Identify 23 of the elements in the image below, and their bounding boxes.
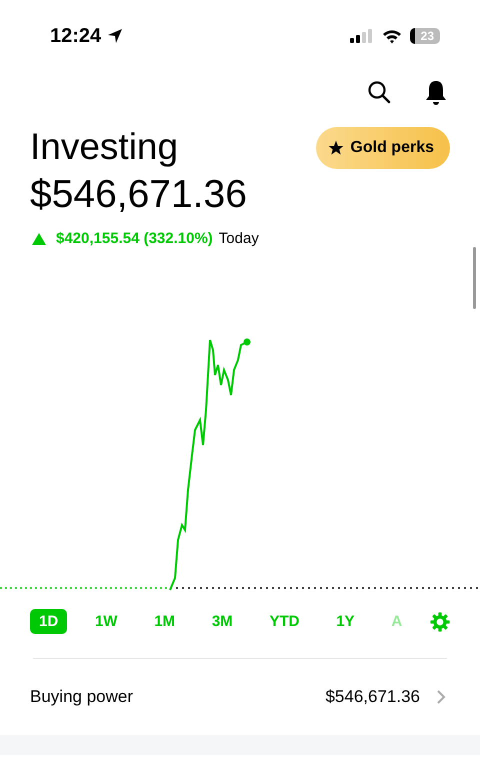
- range-tab[interactable]: YTD: [260, 609, 308, 634]
- location-arrow-icon: [107, 28, 124, 44]
- portfolio-value: $546,671.36: [30, 172, 247, 218]
- search-icon[interactable]: [367, 80, 391, 104]
- status-time: 12:24: [50, 24, 102, 48]
- range-tab[interactable]: 1M: [145, 609, 184, 634]
- buying-power-value: $546,671.36: [325, 687, 420, 707]
- range-tab[interactable]: 1W: [86, 609, 126, 634]
- perks-button[interactable]: Gold perks: [316, 127, 450, 169]
- range-tab[interactable]: 3M: [202, 609, 242, 634]
- battery-indicator: 23: [410, 28, 440, 44]
- change-period: Today: [218, 230, 259, 247]
- range-tab[interactable]: 1Y: [327, 609, 364, 634]
- range-tab[interactable]: 1D: [30, 609, 68, 634]
- range-tab[interactable]: A: [382, 609, 412, 634]
- change-amount: $420,155.54 (332.10%): [56, 230, 213, 247]
- bell-icon[interactable]: [425, 80, 447, 106]
- signal-icon: [350, 29, 374, 43]
- page-title: Investing: [30, 125, 180, 169]
- wifi-icon: [382, 28, 402, 44]
- buying-power-label: Buying power: [30, 687, 134, 707]
- star-icon: [328, 140, 344, 156]
- up-triangle-icon: [32, 232, 46, 244]
